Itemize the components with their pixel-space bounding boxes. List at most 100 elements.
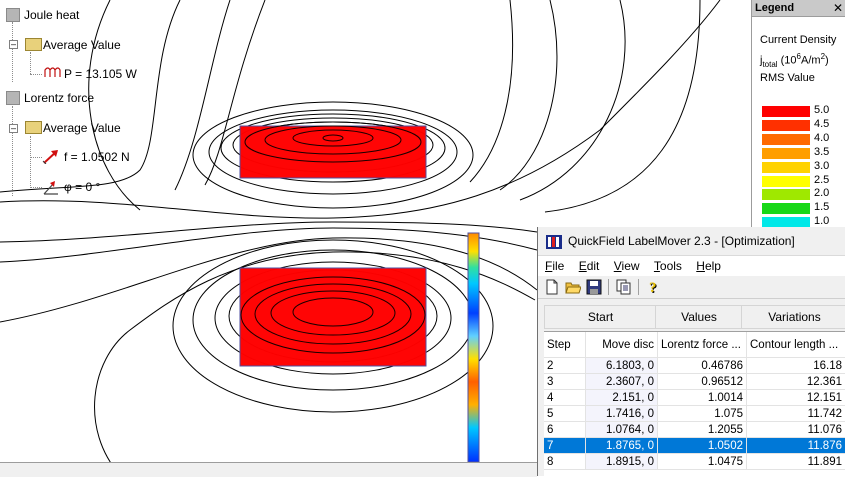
column-header-label: Lorentz force ... [661, 339, 741, 351]
collapse-icon[interactable]: – [9, 40, 18, 49]
table-cell[interactable]: 4 [544, 390, 586, 406]
collapse-icon[interactable]: – [9, 124, 18, 133]
column-header-lorentz-force[interactable]: Lorentz force ... [658, 332, 747, 358]
column-header-label: Move disc [602, 339, 654, 351]
menu-label: dit [586, 259, 600, 273]
table-cell[interactable]: 11.076 [747, 422, 845, 438]
tree-item-joule-heat[interactable]: Joule heat [24, 6, 79, 24]
tab-values[interactable]: Values [655, 305, 743, 329]
tree-connector [12, 22, 13, 82]
table-cell[interactable]: 12.151 [747, 390, 845, 406]
tree-item-lorentz-force[interactable]: Lorentz force [24, 89, 94, 107]
tab-label: Start [587, 310, 614, 324]
scale-swatch [762, 161, 810, 173]
scale-swatch [762, 147, 810, 159]
tree-item-label: Lorentz force [24, 91, 95, 105]
app-icon [546, 234, 562, 249]
scale-label: 1.0 [814, 215, 830, 228]
tree-item-label: Average Value [43, 121, 121, 135]
table-cell[interactable]: 1.075 [658, 406, 747, 422]
new-file-icon[interactable] [544, 279, 560, 295]
menu-edit[interactable]: Edit [575, 256, 604, 276]
scale-label: 1.5 [814, 201, 830, 214]
tree-item-angle[interactable]: φ = 0 ° [64, 178, 100, 196]
tab-variations[interactable]: Variations [741, 305, 845, 329]
table-cell[interactable]: 16.18 [747, 358, 845, 374]
table-cell[interactable]: 6 [544, 422, 586, 438]
window-title: QuickField LabelMover 2.3 - [Optimizatio… [568, 234, 795, 248]
menu-bar: File Edit View Tools Help [538, 256, 845, 276]
table-cell[interactable]: 1.0014 [658, 390, 747, 406]
table-cell[interactable]: 2.3607, 0 [586, 374, 658, 390]
table-cell[interactable]: 2.151, 0 [586, 390, 658, 406]
copy-icon[interactable] [616, 279, 632, 295]
menu-file[interactable]: File [541, 256, 568, 276]
column-header-step[interactable]: Step [544, 332, 586, 358]
horizontal-scrollbar[interactable] [0, 462, 537, 477]
open-folder-icon[interactable] [565, 279, 581, 295]
tab-start[interactable]: Start [544, 305, 657, 329]
save-icon[interactable] [586, 279, 602, 295]
scale-label: 2.5 [814, 173, 830, 186]
menu-label: ile [552, 259, 565, 273]
scale-swatch [762, 189, 810, 201]
svg-text:?: ? [649, 280, 657, 295]
scale-label: 3.0 [814, 159, 830, 172]
table-cell[interactable]: 0.96512 [658, 374, 747, 390]
column-header-contour-length[interactable]: Contour length ... [747, 332, 845, 358]
tab-strip: Start Values Variations [544, 303, 845, 329]
scale-label: 3.5 [814, 145, 830, 158]
scale-label: 4.0 [814, 131, 830, 144]
tree-connector [30, 136, 31, 188]
results-table[interactable]: Step Move disc Lorentz force ... Contour… [544, 331, 845, 477]
help-icon[interactable]: ?? [646, 279, 662, 295]
close-icon[interactable]: ✕ [833, 0, 843, 16]
title-bar[interactable]: QuickField LabelMover 2.3 - [Optimizatio… [538, 227, 845, 256]
table-cell[interactable]: 1.8915, 0 [586, 454, 658, 470]
table-cell[interactable]: 11.742 [747, 406, 845, 422]
table-cell[interactable]: 11.891 [747, 454, 845, 470]
table-cell-selected[interactable]: 1.0502 [658, 438, 747, 454]
table-cell[interactable]: 1.0475 [658, 454, 747, 470]
table-cell-selected[interactable]: 11.876 [747, 438, 845, 454]
tree-item-force[interactable]: f = 1.0502 N [64, 148, 130, 166]
angle-icon [43, 181, 58, 195]
toolbar-separator [608, 279, 609, 295]
menu-help[interactable]: Help [692, 256, 725, 276]
table-cell[interactable]: 2 [544, 358, 586, 374]
lower-coil [239, 267, 427, 367]
table-cell[interactable]: 3 [544, 374, 586, 390]
table-cell[interactable]: 0.46786 [658, 358, 747, 374]
tree-connector [30, 52, 31, 74]
scale-swatch [762, 175, 810, 187]
tab-label: Variations [768, 310, 821, 324]
table-cell[interactable]: 12.361 [747, 374, 845, 390]
menu-tools[interactable]: Tools [650, 256, 686, 276]
menu-view[interactable]: View [610, 256, 644, 276]
tree-item-joule-average[interactable]: Average Value [43, 36, 121, 54]
table-cell[interactable]: 1.2055 [658, 422, 747, 438]
tree-connector [30, 157, 42, 158]
lorentz-force-checkbox[interactable] [6, 91, 20, 105]
units-text: (10 [777, 54, 797, 67]
labelmover-window: QuickField LabelMover 2.3 - [Optimizatio… [537, 227, 845, 477]
tree-item-lorentz-average[interactable]: Average Value [43, 119, 121, 137]
menu-mnemonic: E [578, 259, 587, 273]
table-cell-selected[interactable]: 1.8765, 0 [586, 438, 658, 454]
table-cell[interactable]: 6.1803, 0 [586, 358, 658, 374]
tree-item-power[interactable]: P = 13.105 W [64, 65, 137, 83]
column-header-move-disc[interactable]: Move disc [586, 332, 658, 358]
tree-connector [30, 74, 42, 75]
table-cell-selected[interactable]: 7 [544, 438, 586, 454]
legend-mode: RMS Value [760, 72, 815, 84]
table-cell[interactable]: 5 [544, 406, 586, 422]
joule-heat-checkbox[interactable] [6, 8, 20, 22]
legend-title: Legend [755, 2, 795, 14]
menu-label: ools [659, 259, 682, 273]
table-cell[interactable]: 1.7416, 0 [586, 406, 658, 422]
tree-item-label: f = 1.0502 N [64, 150, 130, 164]
legend-units: jtotal (106A/m2) [760, 52, 829, 69]
table-cell[interactable]: 8 [544, 454, 586, 470]
scale-swatch [762, 133, 810, 145]
table-cell[interactable]: 1.0764, 0 [586, 422, 658, 438]
